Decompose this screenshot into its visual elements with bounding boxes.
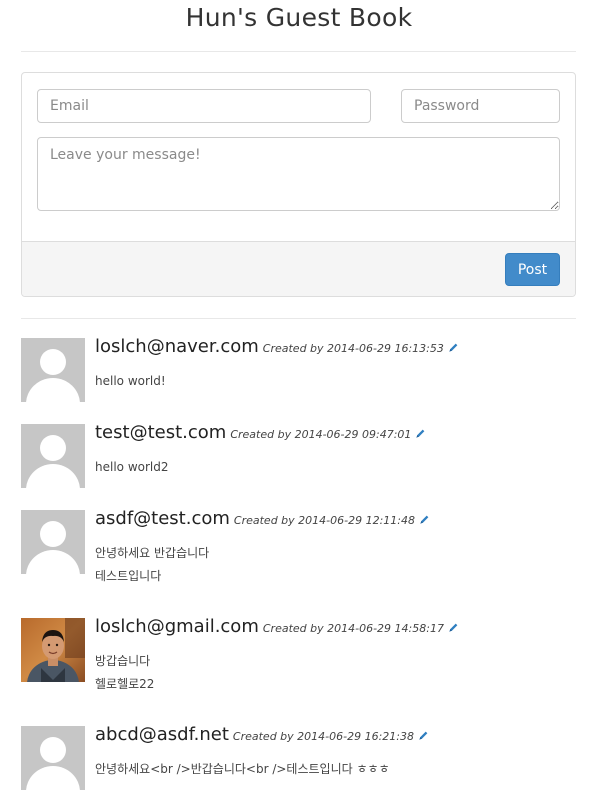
page-title: Hun's Guest Book	[185, 3, 413, 32]
entry-email: loslch@naver.com	[95, 336, 259, 357]
pencil-icon[interactable]	[448, 340, 459, 358]
pencil-icon[interactable]	[415, 426, 426, 444]
guestbook-form: Post	[21, 72, 576, 297]
default-avatar-icon	[21, 510, 85, 574]
default-avatar-icon	[21, 726, 85, 790]
user-photo	[21, 618, 85, 682]
divider	[21, 51, 576, 52]
entry-email: loslch@gmail.com	[95, 616, 259, 637]
entry-header: loslch@gmail.com Created by 2014-06-29 14…	[95, 616, 459, 638]
entry-timestamp: Created by 2014-06-29 09:47:01	[230, 428, 412, 441]
password-field[interactable]	[401, 89, 560, 123]
message-textarea[interactable]	[37, 137, 560, 211]
entry-header: asdf@test.com Created by 2014-06-29 12:11…	[95, 508, 430, 530]
pencil-icon[interactable]	[448, 620, 459, 638]
entry-message: 안녕하세요 반갑습니다 테스트입니다	[95, 542, 209, 588]
message-line: 안녕하세요<br />반갑습니다<br />테스트입니다 ㅎㅎㅎ	[95, 762, 390, 776]
entry-message: 안녕하세요<br />반갑습니다<br />테스트입니다 ㅎㅎㅎ	[95, 758, 390, 781]
default-avatar-icon	[21, 424, 85, 488]
entry-message: hello world2	[95, 456, 169, 479]
entry-timestamp: Created by 2014-06-29 12:11:48	[233, 514, 415, 527]
divider	[21, 318, 576, 319]
entry-message: 방갑습니다 헬로헬로22	[95, 650, 154, 696]
pencil-icon[interactable]	[419, 512, 430, 530]
entry-header: abcd@asdf.net Created by 2014-06-29 16:21…	[95, 724, 429, 746]
post-button[interactable]: Post	[505, 253, 560, 286]
default-avatar-icon	[21, 338, 85, 402]
form-footer: Post	[22, 241, 575, 296]
entry-timestamp: Created by 2014-06-29 16:21:38	[232, 730, 414, 743]
email-field[interactable]	[37, 89, 371, 123]
entry-timestamp: Created by 2014-06-29 14:58:17	[262, 622, 444, 635]
message-line: 방갑습니다	[95, 654, 151, 668]
message-line: hello world!	[95, 374, 166, 388]
pencil-icon[interactable]	[418, 728, 429, 746]
message-line: 테스트입니다	[95, 569, 162, 583]
message-line: hello world2	[95, 460, 169, 474]
entry-message: hello world!	[95, 370, 166, 393]
entry-header: test@test.com Created by 2014-06-29 09:47…	[95, 422, 426, 444]
entry-email: asdf@test.com	[95, 508, 230, 529]
message-line: 안녕하세요 반갑습니다	[95, 546, 210, 560]
entry-timestamp: Created by 2014-06-29 16:13:53	[262, 342, 444, 355]
entry-header: loslch@naver.com Created by 2014-06-29 16…	[95, 336, 459, 358]
message-line: 헬로헬로22	[95, 677, 155, 691]
entry-email: test@test.com	[95, 422, 227, 443]
entry-email: abcd@asdf.net	[95, 724, 229, 745]
